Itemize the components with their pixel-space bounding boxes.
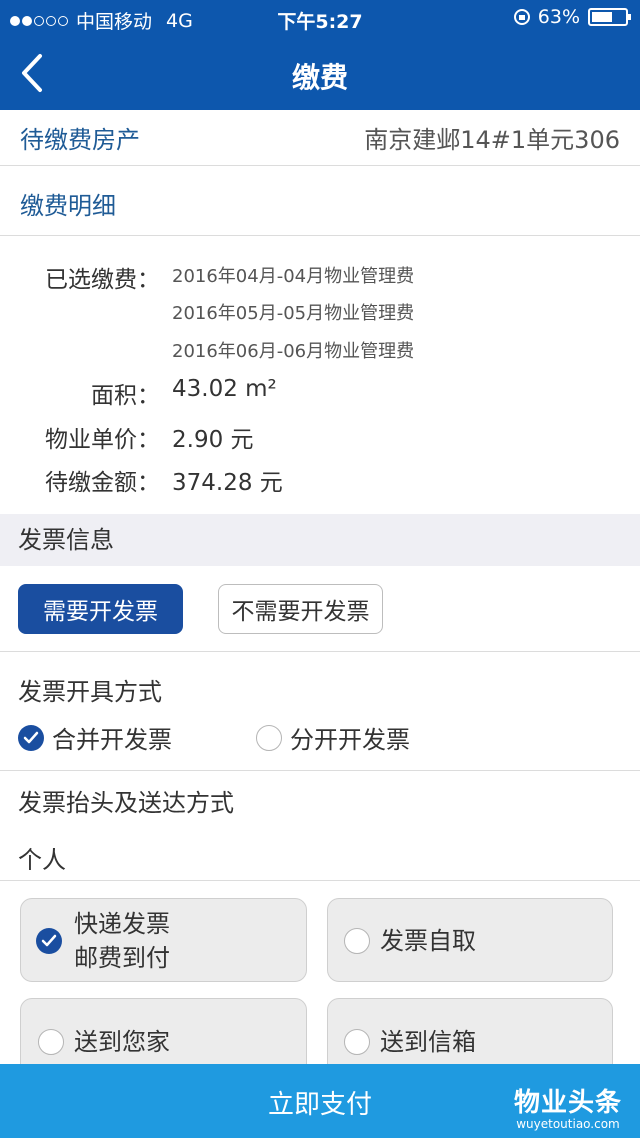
status-bar: 中国移动 4G 下午5:27 63% — [0, 0, 640, 36]
radio-empty-icon — [256, 724, 282, 751]
status-right: 63% — [513, 6, 631, 28]
rotation-lock-icon — [513, 9, 530, 25]
need-invoice-button[interactable]: 需要开发票 — [18, 584, 183, 634]
watermark-url: wuyetoutiao.com — [516, 1117, 620, 1131]
express-sub-label: 邮费到付 — [74, 944, 170, 972]
mailbox-delivery-label: 送到信箱 — [380, 1028, 476, 1056]
divider — [0, 770, 640, 771]
battery-percent: 63% — [537, 6, 580, 28]
self-pickup-label: 发票自取 — [380, 927, 476, 955]
invoice-section-title: 发票信息 — [0, 514, 640, 566]
divider — [0, 880, 640, 881]
unit-price-label: 物业单价： — [45, 427, 160, 453]
unit-price-value: 2.90 元 — [172, 427, 254, 453]
detail-header: 缴费明细 — [20, 192, 116, 220]
property-label: 待缴费房产 — [20, 126, 140, 154]
express-label: 快递发票 — [74, 910, 170, 938]
property-value: 南京建邺14#1单元306 — [364, 126, 620, 154]
nav-bar: 缴费 — [0, 36, 640, 110]
area-value: 43.02 m² — [172, 376, 277, 402]
fee-item: 2016年05月-05月物业管理费 — [172, 303, 415, 324]
check-icon — [18, 724, 44, 751]
invoice-method-title: 发票开具方式 — [18, 678, 162, 706]
watermark-text: 物业头条 — [513, 1088, 622, 1118]
pay-bar: 立即支付 物业头条 wuyetoutiao.com — [0, 1064, 640, 1138]
radio-empty-icon — [344, 928, 370, 954]
express-delivery-option[interactable]: 快递发票 邮费到付 — [20, 898, 307, 982]
page-title: 缴费 — [291, 61, 348, 94]
merge-invoice-radio[interactable]: 合并开发票 — [18, 720, 172, 755]
home-delivery-label: 送到您家 — [74, 1028, 170, 1056]
no-invoice-button[interactable]: 不需要开发票 — [218, 584, 383, 634]
detail-section: 已选缴费： 2016年04月-04月物业管理费 2016年05月-05月物业管理… — [0, 236, 640, 514]
fee-item: 2016年06月-06月物业管理费 — [172, 341, 415, 362]
amount-label: 待缴金额： — [45, 470, 160, 496]
amount-value: 374.28 元 — [172, 470, 283, 496]
detail-header-row: 缴费明细 — [0, 166, 640, 236]
fee-item: 2016年04月-04月物业管理费 — [172, 266, 415, 287]
self-pickup-option[interactable]: 发票自取 — [327, 898, 613, 982]
radio-empty-icon — [38, 1029, 64, 1055]
check-icon — [36, 928, 62, 954]
invoice-title-type[interactable]: 个人 — [18, 840, 66, 875]
radio-empty-icon — [344, 1029, 370, 1055]
battery-icon — [588, 8, 631, 26]
property-row: 待缴费房产 南京建邺14#1单元306 — [0, 110, 640, 166]
separate-invoice-label: 分开开发票 — [290, 726, 410, 754]
selected-fees-label: 已选缴费： — [45, 267, 160, 293]
area-label: 面积： — [91, 383, 160, 409]
watermark: 物业头条 wuyetoutiao.com — [514, 1082, 622, 1131]
divider — [0, 651, 640, 652]
title-delivery-label: 发票抬头及送达方式 — [18, 789, 234, 817]
separate-invoice-radio[interactable]: 分开开发票 — [256, 720, 410, 755]
merge-invoice-label: 合并开发票 — [52, 726, 172, 754]
